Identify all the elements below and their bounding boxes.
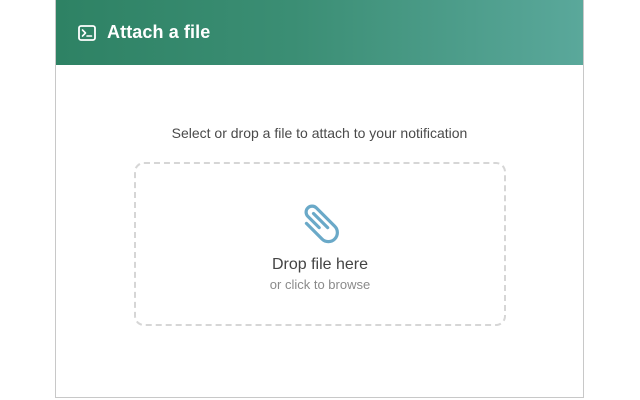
instruction-text: Select or drop a file to attach to your … <box>171 125 468 141</box>
dialog-header: Attach a file <box>56 0 583 65</box>
attach-file-dialog: Attach a file Select or drop a file to a… <box>55 0 584 398</box>
terminal-icon <box>78 24 96 41</box>
paperclip-icon <box>294 194 350 250</box>
file-dropzone[interactable]: Drop file here or click to browse <box>134 162 506 326</box>
dropzone-title: Drop file here <box>271 256 369 273</box>
dropzone-subtitle[interactable]: or click to browse <box>136 277 504 292</box>
dialog-title: Attach a file <box>107 22 211 42</box>
